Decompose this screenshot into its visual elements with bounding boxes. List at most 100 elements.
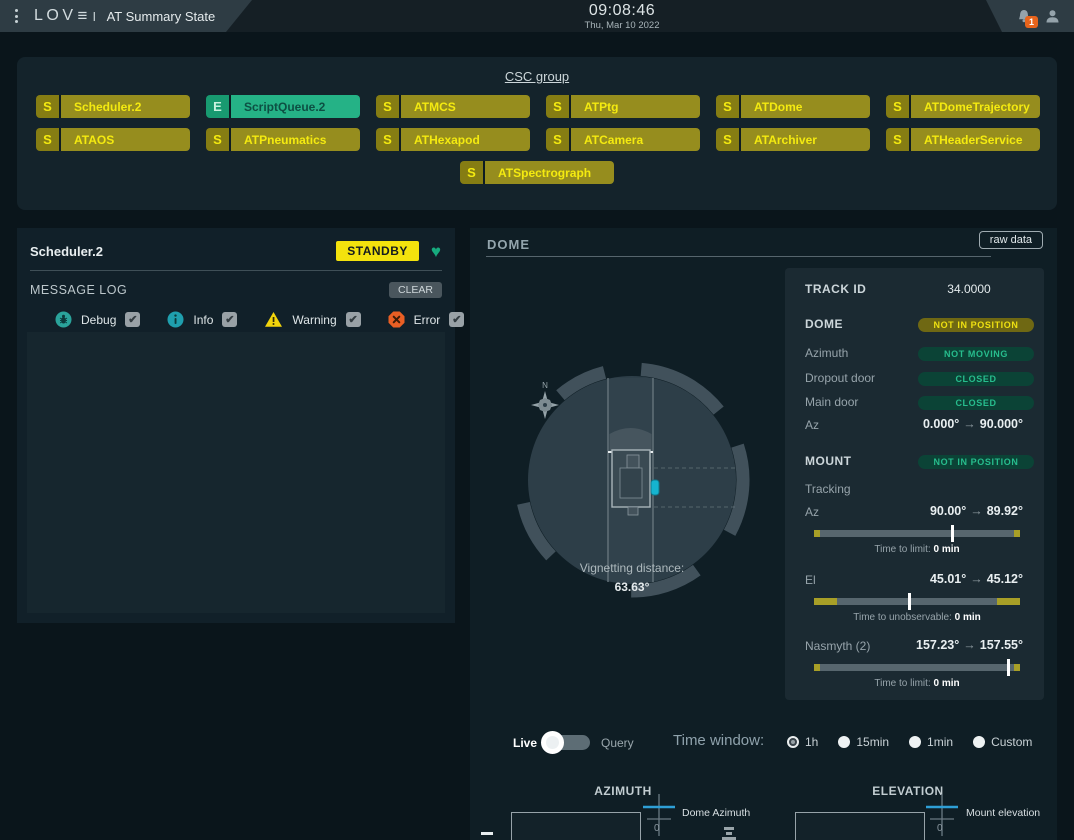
csc-button-scheduler2[interactable]: SScheduler.2 bbox=[36, 95, 190, 118]
dropout-door-label: Dropout door bbox=[805, 371, 875, 385]
radio-icon[interactable] bbox=[909, 736, 921, 748]
menu-kebab-icon[interactable] bbox=[11, 5, 22, 27]
csc-button-atdome[interactable]: SATDome bbox=[716, 95, 870, 118]
csc-button-atspectrograph[interactable]: SATSpectrograph bbox=[460, 161, 614, 184]
radio-icon[interactable] bbox=[787, 736, 799, 748]
filter-debug: Debug ✔ bbox=[55, 311, 140, 328]
csc-label: ScriptQueue.2 bbox=[229, 95, 360, 118]
main-door-status-pill: CLOSED bbox=[918, 396, 1034, 410]
dome-az-values: 0.000°→90.000° bbox=[923, 417, 1023, 431]
mount-el-limit-slider bbox=[814, 598, 1020, 605]
radio-label: Custom bbox=[991, 735, 1032, 749]
nasmyth-label: Nasmyth (2) bbox=[805, 639, 870, 653]
radio-icon[interactable] bbox=[973, 736, 985, 748]
mount-az-target: 89.92° bbox=[987, 504, 1023, 518]
csc-state-letter: S bbox=[206, 128, 229, 151]
info-checkbox[interactable]: ✔ bbox=[222, 312, 237, 327]
user-icon bbox=[1044, 8, 1061, 25]
mount-el-time-note: Time to unobservable: 0 min bbox=[814, 612, 1020, 623]
slider-left-limit bbox=[814, 598, 837, 605]
csc-label: ATCamera bbox=[569, 128, 700, 151]
clock-time: 09:08:46 bbox=[557, 2, 687, 20]
clock: 09:08:46 Thu, Mar 10 2022 bbox=[557, 2, 687, 31]
live-query-toggle[interactable] bbox=[544, 735, 590, 750]
radio-icon[interactable] bbox=[838, 736, 850, 748]
csc-button-atmcs[interactable]: SATMCS bbox=[376, 95, 530, 118]
csc-button-atcamera[interactable]: SATCamera bbox=[546, 128, 700, 151]
elevation-axis-tick: 0 bbox=[937, 823, 943, 834]
user-button[interactable] bbox=[1044, 8, 1061, 25]
csc-label: ATMCS bbox=[399, 95, 530, 118]
csc-button-scriptqueue2[interactable]: EScriptQueue.2 bbox=[206, 95, 360, 118]
notification-badge: 1 bbox=[1025, 16, 1038, 28]
logo-e-glyph: ≡ bbox=[78, 6, 88, 26]
slider-position-marker bbox=[1007, 659, 1010, 676]
csc-button-athexapod[interactable]: SATHexapod bbox=[376, 128, 530, 151]
csc-button-atptg[interactable]: SATPtg bbox=[546, 95, 700, 118]
time-window-1h[interactable]: 1h bbox=[787, 735, 818, 749]
time-note-value: 0 min bbox=[955, 612, 981, 623]
radio-label: 1h bbox=[805, 735, 818, 749]
csc-label: ATSpectrograph bbox=[483, 161, 614, 184]
top-bar-right: 1 bbox=[986, 0, 1074, 32]
csc-button-ataos[interactable]: SATAOS bbox=[36, 128, 190, 151]
debug-checkbox[interactable]: ✔ bbox=[125, 312, 140, 327]
filter-label: Error bbox=[414, 313, 441, 327]
message-log-header: MESSAGE LOG CLEAR bbox=[30, 282, 442, 298]
nasmyth-time-note: Time to limit: 0 min bbox=[814, 678, 1020, 689]
raw-data-button[interactable]: raw data bbox=[979, 231, 1043, 249]
logo-text: LOV bbox=[34, 7, 77, 25]
slider-left-limit bbox=[814, 530, 820, 537]
mount-az-label: Az bbox=[805, 505, 819, 519]
csc-label: ATDomeTrajectory bbox=[909, 95, 1040, 118]
scheduler-header: Scheduler.2 STANDBY ♥ bbox=[17, 228, 455, 261]
csc-button-atpneumatics[interactable]: SATPneumatics bbox=[206, 128, 360, 151]
csc-button-atheaderservice[interactable]: SATHeaderService bbox=[886, 128, 1040, 151]
filter-error: Error ✔ bbox=[388, 311, 465, 328]
message-log-title: MESSAGE LOG bbox=[30, 283, 389, 297]
clear-button[interactable]: CLEAR bbox=[389, 282, 442, 298]
time-window-15min[interactable]: 15min bbox=[838, 735, 889, 749]
arrow-right-icon: → bbox=[966, 572, 987, 586]
toggle-knob[interactable] bbox=[541, 731, 564, 754]
dome-panel: DOME raw data N bbox=[470, 228, 1057, 840]
time-note-label: Time to limit: bbox=[874, 544, 930, 555]
mount-status-pill: NOT IN POSITION bbox=[918, 455, 1034, 469]
azimuth-axis-partial-tick bbox=[481, 832, 493, 835]
vignetting-label: Vignetting distance: bbox=[580, 561, 685, 575]
slider-right-limit bbox=[1014, 530, 1020, 537]
time-window-custom[interactable]: Custom bbox=[973, 735, 1032, 749]
csc-state-letter: S bbox=[376, 95, 399, 118]
slider-right-limit bbox=[997, 598, 1020, 605]
mount-el-values: 45.01°→45.12° bbox=[930, 572, 1023, 586]
azimuth-axis-tick: 0 bbox=[654, 823, 660, 834]
notifications-button[interactable]: 1 bbox=[1015, 7, 1033, 25]
nasmyth-limit-slider bbox=[814, 664, 1020, 671]
csc-state-letter: S bbox=[546, 95, 569, 118]
vignetting-value: 63.63° bbox=[615, 580, 650, 594]
slider-position-marker bbox=[951, 525, 954, 542]
top-bar-left: LOV≡ I AT Summary State bbox=[0, 0, 252, 32]
mount-el-current: 45.01° bbox=[930, 572, 966, 586]
azimuth-chart-title: AZIMUTH bbox=[523, 784, 723, 798]
slider-position-marker bbox=[908, 593, 911, 610]
filter-label: Info bbox=[193, 313, 213, 327]
csc-button-atarchiver[interactable]: SATArchiver bbox=[716, 128, 870, 151]
csc-label: ATPneumatics bbox=[229, 128, 360, 151]
time-window-1min[interactable]: 1min bbox=[909, 735, 953, 749]
csc-button-atdometrajectory[interactable]: SATDomeTrajectory bbox=[886, 95, 1040, 118]
azimuth-status-pill: NOT MOVING bbox=[918, 347, 1034, 361]
csc-grid-row3: SATSpectrograph bbox=[17, 161, 1057, 184]
csc-label: ATHexapod bbox=[399, 128, 530, 151]
track-id-label: TRACK ID bbox=[805, 282, 866, 296]
dome-az-label: Az bbox=[805, 418, 819, 432]
error-checkbox[interactable]: ✔ bbox=[449, 312, 464, 327]
time-window-label: Time window: bbox=[673, 732, 764, 749]
scheduler-panel: Scheduler.2 STANDBY ♥ MESSAGE LOG CLEAR bbox=[17, 228, 455, 623]
bug-icon bbox=[55, 311, 72, 328]
csc-state-letter: S bbox=[546, 128, 569, 151]
warning-checkbox[interactable]: ✔ bbox=[346, 312, 361, 327]
nasmyth-target: 157.55° bbox=[980, 638, 1023, 652]
telescope-legend-partial-icon bbox=[722, 827, 736, 840]
divider bbox=[30, 270, 442, 271]
